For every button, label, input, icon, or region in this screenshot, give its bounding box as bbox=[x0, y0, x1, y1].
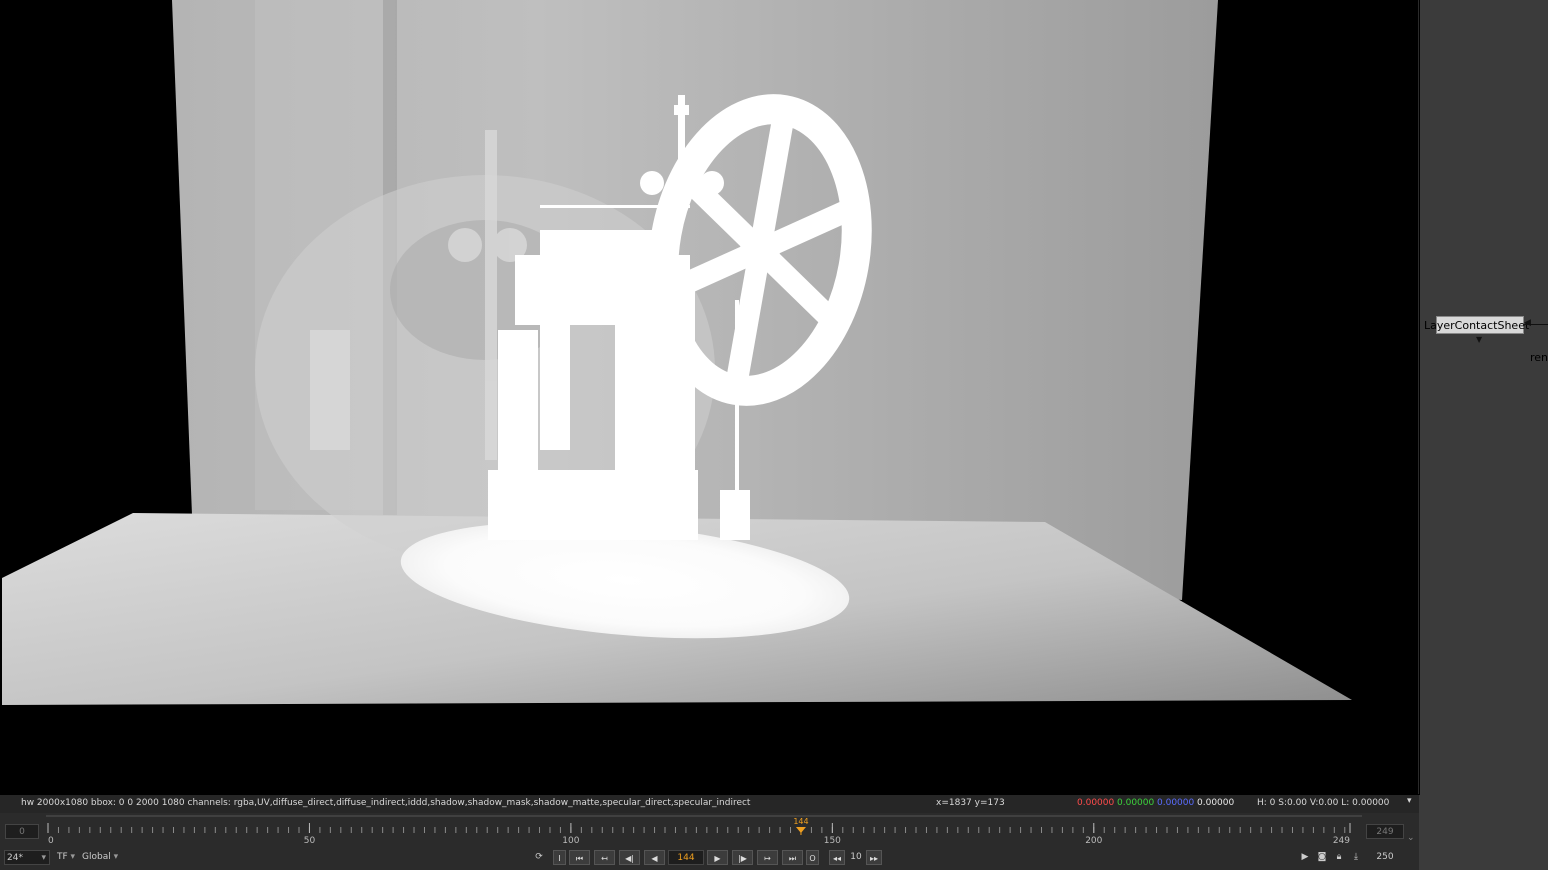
skip-forward-button[interactable]: ▸▸ bbox=[866, 850, 882, 865]
pixel-green-value: 0.00000 bbox=[1117, 798, 1155, 808]
timeline-tick-label: 200 bbox=[1085, 836, 1102, 846]
end-frame-field[interactable]: 250 bbox=[1366, 850, 1404, 865]
pixel-alpha-value: 0.00000 bbox=[1197, 798, 1235, 808]
timeline[interactable]: 0 0 50 100 150 200 249 144 249 ⌄ bbox=[0, 813, 1419, 846]
node-output-arrow-icon: ▼ bbox=[1476, 335, 1483, 344]
viewer-info-bar: hw 2000x1080 bbox: 0 0 2000 1080 channel… bbox=[0, 795, 1419, 813]
chevron-down-icon: ▾ bbox=[113, 852, 119, 862]
skip-back-button[interactable]: ◂◂ bbox=[829, 850, 845, 865]
prev-frame-button[interactable]: ◀| bbox=[619, 850, 640, 865]
play-backward-button[interactable]: ◀ bbox=[644, 850, 665, 865]
timeline-track[interactable]: 0 50 100 150 200 249 144 bbox=[46, 813, 1362, 846]
timeline-tick-label: 50 bbox=[304, 836, 316, 846]
tf-label: TF bbox=[56, 852, 68, 862]
timeline-end-field[interactable]: 249 bbox=[1366, 824, 1404, 839]
timeline-ruler: 0 50 100 150 200 249 144 bbox=[46, 815, 1362, 846]
next-keyframe-button[interactable]: ↦ bbox=[757, 850, 778, 865]
chevron-down-icon: ▾ bbox=[41, 853, 46, 863]
chevron-down-icon[interactable]: ⌄ bbox=[1407, 833, 1415, 843]
first-frame-button[interactable]: ⏮ bbox=[569, 850, 590, 865]
timeline-tick-label: 0 bbox=[48, 836, 54, 846]
range-mode-dropdown[interactable]: Global ▾ bbox=[82, 850, 132, 865]
timecode-format-dropdown[interactable]: TF ▾ bbox=[52, 850, 80, 865]
current-frame-field[interactable]: 144 bbox=[668, 850, 704, 865]
prev-keyframe-button[interactable]: ↤ bbox=[594, 850, 615, 865]
timeline-start-field[interactable]: 0 bbox=[5, 824, 39, 839]
panel-divider bbox=[1419, 795, 1420, 870]
info-menu-icon[interactable]: ▾ bbox=[1407, 796, 1412, 806]
transport-bar: 24* ▾ TF ▾ Global ▾ ⟳ I ⏮ ↤ ◀| ◀ 144 ▶ |▶… bbox=[0, 846, 1419, 870]
in-point-button[interactable]: I bbox=[553, 850, 566, 865]
timeline-tick-label: 150 bbox=[824, 836, 841, 846]
export-icon[interactable]: ⤓ bbox=[1349, 850, 1363, 865]
timeline-tick-label: 100 bbox=[562, 836, 579, 846]
fps-value: 24* bbox=[7, 853, 23, 863]
range-mode-label: Global bbox=[82, 852, 111, 862]
chevron-down-icon: ▾ bbox=[70, 852, 76, 862]
node-sub-label: ren bbox=[1530, 351, 1548, 364]
flipbook-icon[interactable]: ▶ bbox=[1298, 850, 1312, 865]
play-forward-button[interactable]: ▶ bbox=[707, 850, 728, 865]
node-graph-panel[interactable]: LayerContactSheet ▼ ◀ ren bbox=[1420, 0, 1548, 870]
frame-increment-field[interactable]: 10 bbox=[846, 850, 866, 865]
render-image bbox=[2, 0, 1352, 705]
out-point-button[interactable]: O bbox=[806, 850, 819, 865]
viewer[interactable] bbox=[0, 0, 1419, 794]
format-info: hw 2000x1080 bbox: 0 0 2000 1080 channel… bbox=[21, 798, 751, 808]
next-frame-button[interactable]: |▶ bbox=[732, 850, 753, 865]
lock-icon[interactable]: 🔒︎ bbox=[1332, 850, 1346, 865]
fps-dropdown[interactable]: 24* ▾ bbox=[4, 850, 50, 865]
pixel-blue-value: 0.00000 bbox=[1157, 798, 1195, 808]
playhead-frame-label: 144 bbox=[793, 817, 808, 826]
pixel-hsv-value: H: 0 S:0.00 V:0.00 L: 0.00000 bbox=[1257, 798, 1390, 808]
node-input-arrow-icon: ◀ bbox=[1524, 318, 1531, 328]
loop-mode-icon[interactable]: ⟳ bbox=[530, 850, 548, 865]
pixel-red-value: 0.00000 bbox=[1077, 798, 1115, 808]
cursor-coordinates: x=1837 y=173 bbox=[936, 798, 1005, 808]
timeline-tick-label: 249 bbox=[1333, 836, 1350, 846]
node-label: LayerContactSheet bbox=[1424, 319, 1530, 332]
last-frame-button[interactable]: ⏭ bbox=[782, 850, 803, 865]
render-icon[interactable]: ◙ bbox=[1315, 850, 1329, 865]
